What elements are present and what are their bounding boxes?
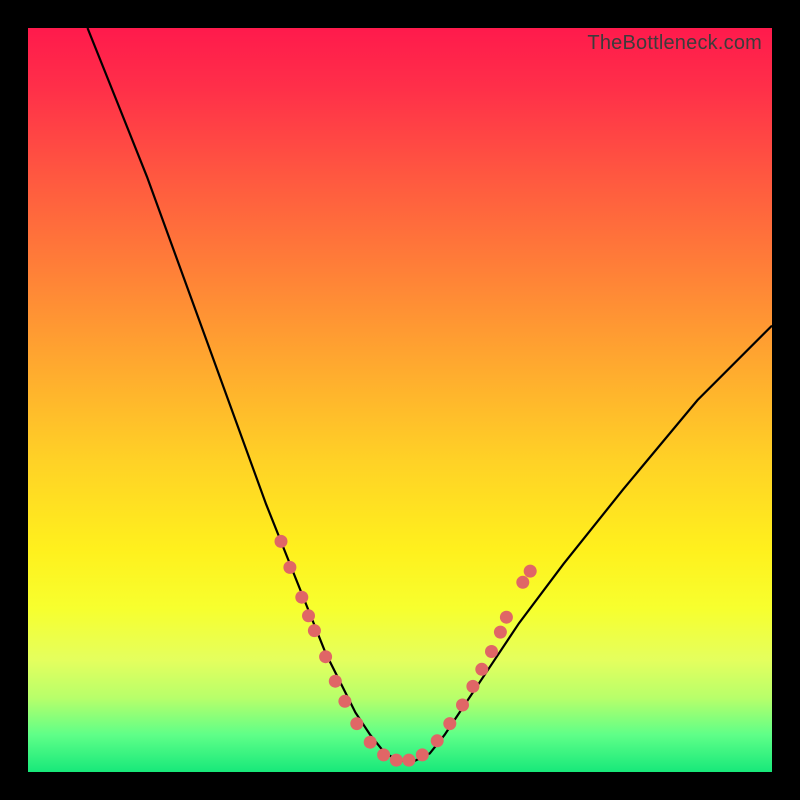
data-point-marker [302, 609, 315, 622]
chart-svg [28, 28, 772, 772]
plot-area: TheBottleneck.com [28, 28, 772, 772]
data-point-marker [283, 561, 296, 574]
chart-frame: TheBottleneck.com [0, 0, 800, 800]
data-point-marker [416, 748, 429, 761]
data-point-marker [308, 624, 321, 637]
data-point-marker [350, 717, 363, 730]
data-point-marker [329, 675, 342, 688]
data-point-marker [295, 591, 308, 604]
data-point-marker [475, 663, 488, 676]
data-point-marker [319, 650, 332, 663]
data-point-marker [524, 565, 537, 578]
data-point-marker [377, 748, 390, 761]
data-point-marker [338, 695, 351, 708]
data-point-marker [431, 734, 444, 747]
data-point-marker [390, 754, 403, 767]
data-point-marker [364, 736, 377, 749]
data-point-marker [494, 626, 507, 639]
data-point-marker [443, 717, 456, 730]
data-point-marker [466, 680, 479, 693]
data-point-marker [402, 754, 415, 767]
data-point-marker [275, 535, 288, 548]
chart-markers [275, 535, 537, 767]
data-point-marker [456, 699, 469, 712]
data-point-marker [500, 611, 513, 624]
bottleneck-curve [88, 28, 773, 761]
data-point-marker [516, 576, 529, 589]
data-point-marker [485, 645, 498, 658]
